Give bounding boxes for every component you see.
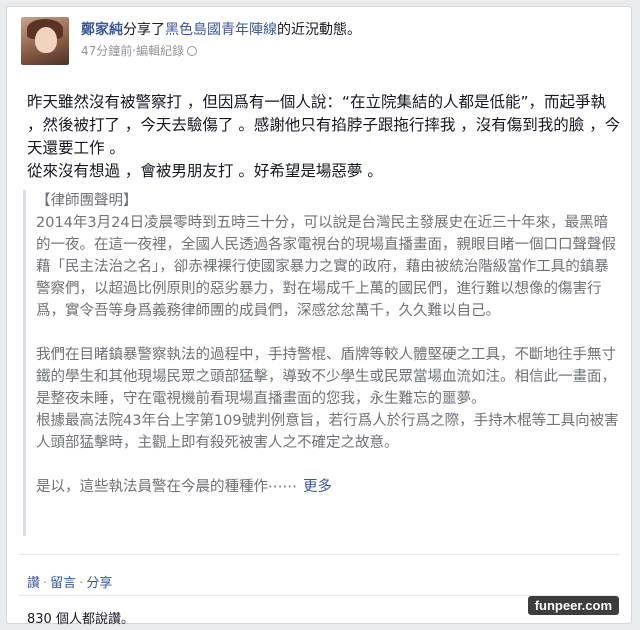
quote-paragraph: 根據最高法院43年台上字第109號判例意旨，若行爲人於行爲之際，手持木棍等工具向… [36,413,619,451]
share-button[interactable]: 分享 [86,576,112,591]
post-meta: 47分鐘前‧編輯紀錄 [81,42,198,59]
shared-label: 分享了 [123,22,165,38]
quote-heading: 【律師團聲明】 [36,193,138,209]
quote-paragraph-last: 是以，這些執法員警在今晨的種種作⋯⋯ 更多 [36,476,621,498]
post-timestamp[interactable]: 47分鐘前 [81,44,132,58]
page-name-link[interactable]: 黑色島國青年陣線 [165,22,277,38]
globe-icon [187,46,198,56]
see-more-link[interactable]: 更多 [303,479,332,495]
post-body: 昨天雖然沒有被警察打 ，但因爲有一個人說：“在立院集結的人都是低能”，而起爭執 … [27,91,621,183]
quote-paragraph: 我們在目睹鎮暴警察執法的過程中，手持警棍、盾牌等較人體堅硬之工具，不斷地往手無寸… [36,347,616,407]
shared-suffix: 的近況動態。 [277,22,361,38]
likes-summary[interactable]: 830 個人都說讚。 [27,608,134,627]
quote-paragraph: 2014年3月24日凌晨零時到五時三十分，可以說是台灣民主發展史在近三十年來，最… [36,215,616,319]
avatar-face [35,27,57,53]
post-paragraph: 昨天雖然沒有被警察打 ，但因爲有一個人說：“在立院集結的人都是低能”，而起爭執 … [27,93,621,157]
author-name-link[interactable]: 鄭家純 [81,22,123,38]
site-watermark: funpeer.com [527,596,619,615]
action-separator: ‧ [43,576,48,591]
quote-truncated-text: 是以，這些執法員警在今晨的種種作⋯⋯ [36,479,297,495]
divider [19,554,619,555]
like-button[interactable]: 讚 [27,576,40,591]
shared-post-quote: 【律師團聲明】 2014年3月24日凌晨零時到五時三十分，可以說是台灣民主發展史… [23,190,621,536]
action-separator: ‧ [79,576,84,591]
comment-button[interactable]: 留言 [50,576,76,591]
edit-history-link[interactable]: ‧編輯紀錄 [132,44,184,58]
author-avatar[interactable] [21,17,69,65]
facebook-post-card: 鄭家純分享了黑色島國青年陣線的近況動態。 47分鐘前‧編輯紀錄 昨天雖然沒有被警… [6,6,632,627]
post-header: 鄭家純分享了黑色島國青年陣線的近況動態。 [81,20,361,40]
post-paragraph: 從來沒有想過 ，會被男朋友打 。好希望是場惡夢 。 [27,162,383,180]
action-bar: 讚 ‧ 留言 ‧ 分享 [27,572,112,591]
